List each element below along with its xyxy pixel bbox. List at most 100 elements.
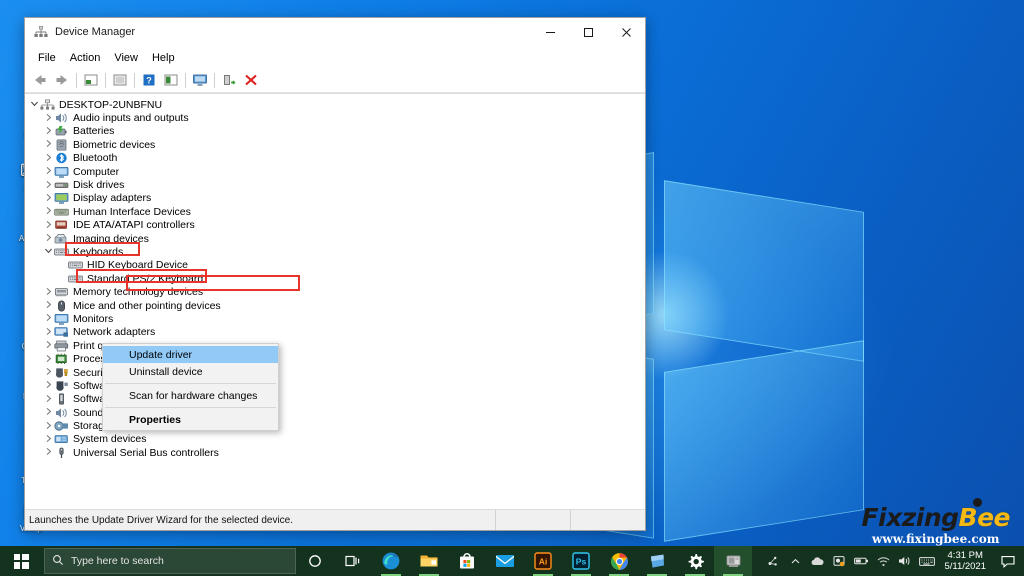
context-menu-item[interactable]: Uninstall device (103, 363, 278, 380)
context-menu-item[interactable]: Scan for hardware changes (103, 387, 278, 404)
taskbar-app-settings[interactable] (676, 546, 714, 576)
taskbar-app-sticky-notes[interactable] (638, 546, 676, 576)
expander-closed-icon[interactable] (43, 407, 54, 418)
expander-closed-icon[interactable] (43, 313, 54, 324)
action-center-button[interactable] (994, 546, 1022, 576)
screenshot-tool-icon[interactable] (828, 546, 850, 576)
expander-closed-icon[interactable] (43, 180, 54, 191)
taskbar-app-file-explorer[interactable] (410, 546, 448, 576)
tree-node[interactable]: IDE ATA/ATAPI controllers (25, 219, 645, 232)
tree-node[interactable]: Display adapters (25, 192, 645, 205)
tree-node[interactable]: Human Interface Devices (25, 205, 645, 218)
context-menu-item[interactable]: Update driver (103, 346, 278, 363)
menu-help[interactable]: Help (145, 50, 182, 66)
back-button[interactable] (29, 70, 51, 90)
close-button[interactable] (607, 19, 645, 46)
properties-button[interactable] (80, 70, 102, 90)
wifi-icon[interactable] (872, 546, 894, 576)
tree-node[interactable]: Biometric devices (25, 138, 645, 151)
expander-closed-icon[interactable] (43, 166, 54, 177)
show-hidden-devices-button[interactable] (160, 70, 182, 90)
start-button[interactable] (0, 546, 42, 576)
show-hidden-icons-chevron-icon[interactable] (784, 546, 806, 576)
tree-node[interactable]: Bluetooth (25, 152, 645, 165)
imaging-icon (54, 232, 69, 245)
tree-node[interactable]: Mice and other pointing devices (25, 299, 645, 312)
tree-node[interactable]: Disk drives (25, 178, 645, 191)
taskbar-app-adobe-photoshop[interactable]: Ps (562, 546, 600, 576)
expander-closed-icon[interactable] (43, 447, 54, 458)
scan-hardware-changes-button[interactable] (189, 70, 211, 90)
expander-closed-icon[interactable] (43, 340, 54, 351)
expander-closed-icon[interactable] (43, 380, 54, 391)
taskbar-app-mail[interactable] (486, 546, 524, 576)
expander-closed-icon[interactable] (43, 193, 54, 204)
tree-node-label: IDE ATA/ATAPI controllers (73, 219, 195, 231)
minimize-button[interactable] (531, 19, 569, 46)
expander-closed-icon[interactable] (43, 300, 54, 311)
uninstall-device-button[interactable] (240, 70, 262, 90)
expander-closed-icon[interactable] (43, 153, 54, 164)
hid-icon (54, 205, 69, 218)
tree-node[interactable]: Batteries (25, 125, 645, 138)
tree-node[interactable]: Monitors (25, 312, 645, 325)
taskbar-app-google-chrome[interactable] (600, 546, 638, 576)
taskbar-app-adobe-illustrator[interactable]: Ai (524, 546, 562, 576)
taskbar-app-device-manager[interactable] (714, 546, 752, 576)
context-menu-item[interactable]: Properties (103, 411, 278, 428)
expander-open-icon[interactable] (43, 246, 54, 257)
expander-closed-icon[interactable] (43, 367, 54, 378)
tree-node-label: Display adapters (73, 192, 151, 204)
tree-node[interactable]: Keyboards (25, 245, 645, 258)
toolbar-separator (105, 73, 106, 88)
watermark-name-part2: Bee (959, 503, 1010, 532)
expander-closed-icon[interactable] (43, 233, 54, 244)
tree-root-node[interactable]: DESKTOP-2UNBFNU (25, 98, 645, 111)
tree-node[interactable]: Imaging devices (25, 232, 645, 245)
onedrive-icon[interactable] (806, 546, 828, 576)
update-driver-button[interactable] (109, 70, 131, 90)
tree-node[interactable]: Memory technology devices (25, 285, 645, 298)
expander-closed-icon[interactable] (43, 220, 54, 231)
maximize-button[interactable] (569, 19, 607, 46)
expander-open-icon[interactable] (29, 99, 40, 110)
forward-button[interactable] (51, 70, 73, 90)
expander-closed-icon[interactable] (43, 354, 54, 365)
tree-node[interactable]: Network adapters (25, 326, 645, 339)
battery-icon[interactable] (850, 546, 872, 576)
search-input[interactable]: Type here to search (44, 548, 296, 574)
expander-closed-icon[interactable] (43, 206, 54, 217)
menu-action[interactable]: Action (63, 50, 108, 66)
tree-node-label: Keyboards (73, 246, 123, 258)
taskbar-clock[interactable]: 4:31 PM 5/11/2021 (938, 550, 994, 572)
enable-device-button[interactable] (218, 70, 240, 90)
expander-closed-icon[interactable] (43, 434, 54, 445)
cortana-button[interactable] (296, 546, 334, 576)
menu-view[interactable]: View (107, 50, 145, 66)
tree-node-label: Human Interface Devices (73, 206, 191, 218)
task-view-button[interactable] (334, 546, 372, 576)
menu-file[interactable]: File (31, 50, 63, 66)
share-icon[interactable] (762, 546, 784, 576)
tree-node[interactable]: HID Keyboard Device (25, 259, 645, 272)
expander-closed-icon[interactable] (43, 139, 54, 150)
tree-node[interactable]: Audio inputs and outputs (25, 111, 645, 124)
tree-node[interactable]: Computer (25, 165, 645, 178)
taskbar-app-microsoft-store[interactable] (448, 546, 486, 576)
keyboard-layout-icon[interactable] (916, 546, 938, 576)
tree-node[interactable]: Universal Serial Bus controllers (25, 446, 645, 459)
expander-closed-icon[interactable] (43, 113, 54, 124)
tree-node[interactable]: Standard PS/2 Keyboard (25, 272, 645, 285)
expander-closed-icon[interactable] (43, 421, 54, 432)
expander-closed-icon[interactable] (43, 327, 54, 338)
expander-closed-icon[interactable] (43, 126, 54, 137)
expander-closed-icon[interactable] (43, 287, 54, 298)
help-button[interactable]: ? (138, 70, 160, 90)
tree-node[interactable]: System devices (25, 433, 645, 446)
window-titlebar[interactable]: Device Manager (25, 18, 645, 47)
volume-icon[interactable] (894, 546, 916, 576)
taskbar-app-microsoft-edge[interactable] (372, 546, 410, 576)
device-tree[interactable]: DESKTOP-2UNBFNUAudio inputs and outputsB… (25, 93, 645, 509)
context-menu[interactable]: Update driverUninstall device Scan for ha… (102, 343, 279, 431)
expander-closed-icon[interactable] (43, 394, 54, 405)
